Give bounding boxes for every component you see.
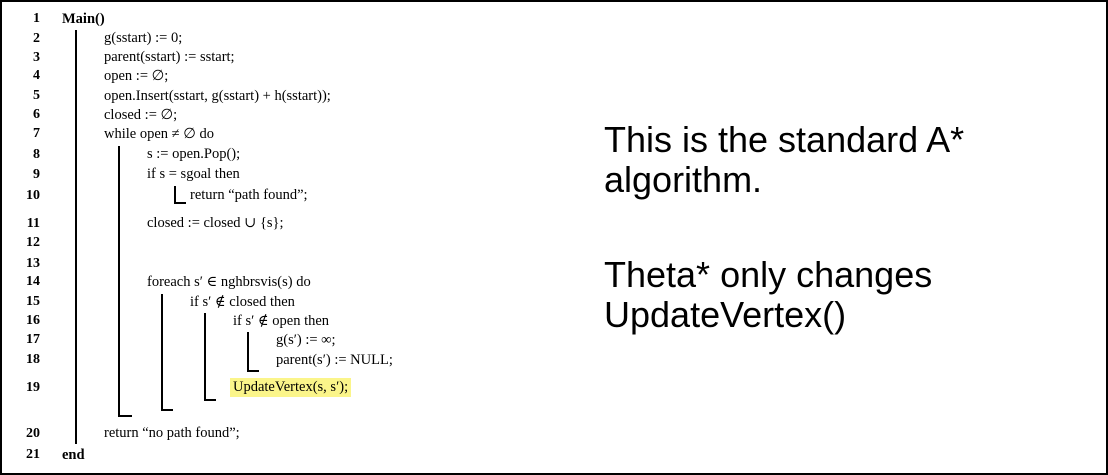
code-line-init-parent: parent(sstart) := sstart; <box>104 49 235 65</box>
block-bar-if-not-closed-end <box>204 399 216 401</box>
block-bar-while-end <box>118 415 132 417</box>
line-number: 5 <box>33 88 40 103</box>
code-line-if-not-open: if s′ ∉ open then <box>233 313 330 329</box>
block-bar-main <box>75 30 77 444</box>
line-number: 11 <box>26 216 40 231</box>
line-number: 2 <box>33 31 40 46</box>
line-number: 8 <box>33 147 40 162</box>
algorithm-listing: 1 2 3 4 5 6 7 8 9 10 11 12 13 14 15 16 1… <box>2 2 562 473</box>
line-number: 14 <box>26 274 40 289</box>
line-number: 20 <box>26 426 40 441</box>
line-number: 21 <box>26 447 40 462</box>
code-line-pop: s := open.Pop(); <box>147 146 241 162</box>
note-line: algorithm. <box>604 159 763 200</box>
line-number: 7 <box>33 126 40 141</box>
block-bar-if-goal-end <box>174 202 186 204</box>
code-line-parent-null: parent(s′) := NULL; <box>276 352 393 368</box>
note-line: Theta* only changes <box>604 254 933 295</box>
code-line-main: Main() <box>62 11 105 27</box>
code-line-while: while open ≠ ∅ do <box>104 126 214 142</box>
block-bar-if-not-open <box>247 332 249 372</box>
note-theta-star: Theta* only changes UpdateVertex() <box>604 255 932 335</box>
block-bar-while <box>118 146 120 417</box>
line-number: 19 <box>26 380 40 395</box>
code-line-init-closed: closed := ∅; <box>104 107 178 123</box>
block-bar-if-not-closed <box>204 313 206 401</box>
line-number: 15 <box>26 294 40 309</box>
code-line-foreach: foreach s′ ∈ nghbrsvis(s) do <box>147 274 311 290</box>
block-bar-foreach <box>161 294 163 411</box>
note-standard-astar: This is the standard A* algorithm. <box>604 120 964 200</box>
line-number: 1 <box>33 11 40 26</box>
line-number: 16 <box>26 313 40 328</box>
slide-frame: 1 2 3 4 5 6 7 8 9 10 11 12 13 14 15 16 1… <box>0 0 1108 475</box>
line-number: 10 <box>26 188 40 203</box>
code-line-end: end <box>62 447 85 463</box>
line-number: 9 <box>33 167 40 182</box>
line-number: 13 <box>26 256 40 271</box>
line-number: 3 <box>33 50 40 65</box>
code-line-return-no-path: return “no path found”; <box>104 425 240 441</box>
code-line-if-goal: if s = sgoal then <box>147 166 240 182</box>
note-line: This is the standard A* <box>604 119 965 160</box>
code-line-init-g: g(sstart) := 0; <box>104 30 183 46</box>
block-bar-if-not-open-end <box>247 370 259 372</box>
line-number: 4 <box>33 68 40 83</box>
line-number: 17 <box>26 332 40 347</box>
code-line-if-not-closed: if s′ ∉ closed then <box>190 294 295 310</box>
line-number: 6 <box>33 107 40 122</box>
line-number: 18 <box>26 352 40 367</box>
code-line-update-vertex-highlighted: UpdateVertex(s, s′); <box>230 378 352 397</box>
code-line-return-found: return “path found”; <box>190 187 308 203</box>
line-number: 12 <box>26 235 40 250</box>
code-line-open-insert: open.Insert(sstart, g(sstart) + h(sstart… <box>104 88 331 104</box>
code-line-g-inf: g(s′) := ∞; <box>276 332 336 348</box>
block-bar-foreach-end <box>161 409 173 411</box>
code-line-closed-add: closed := closed ∪ {s}; <box>147 215 284 231</box>
note-line: UpdateVertex() <box>604 294 847 335</box>
code-line-init-open: open := ∅; <box>104 68 169 84</box>
